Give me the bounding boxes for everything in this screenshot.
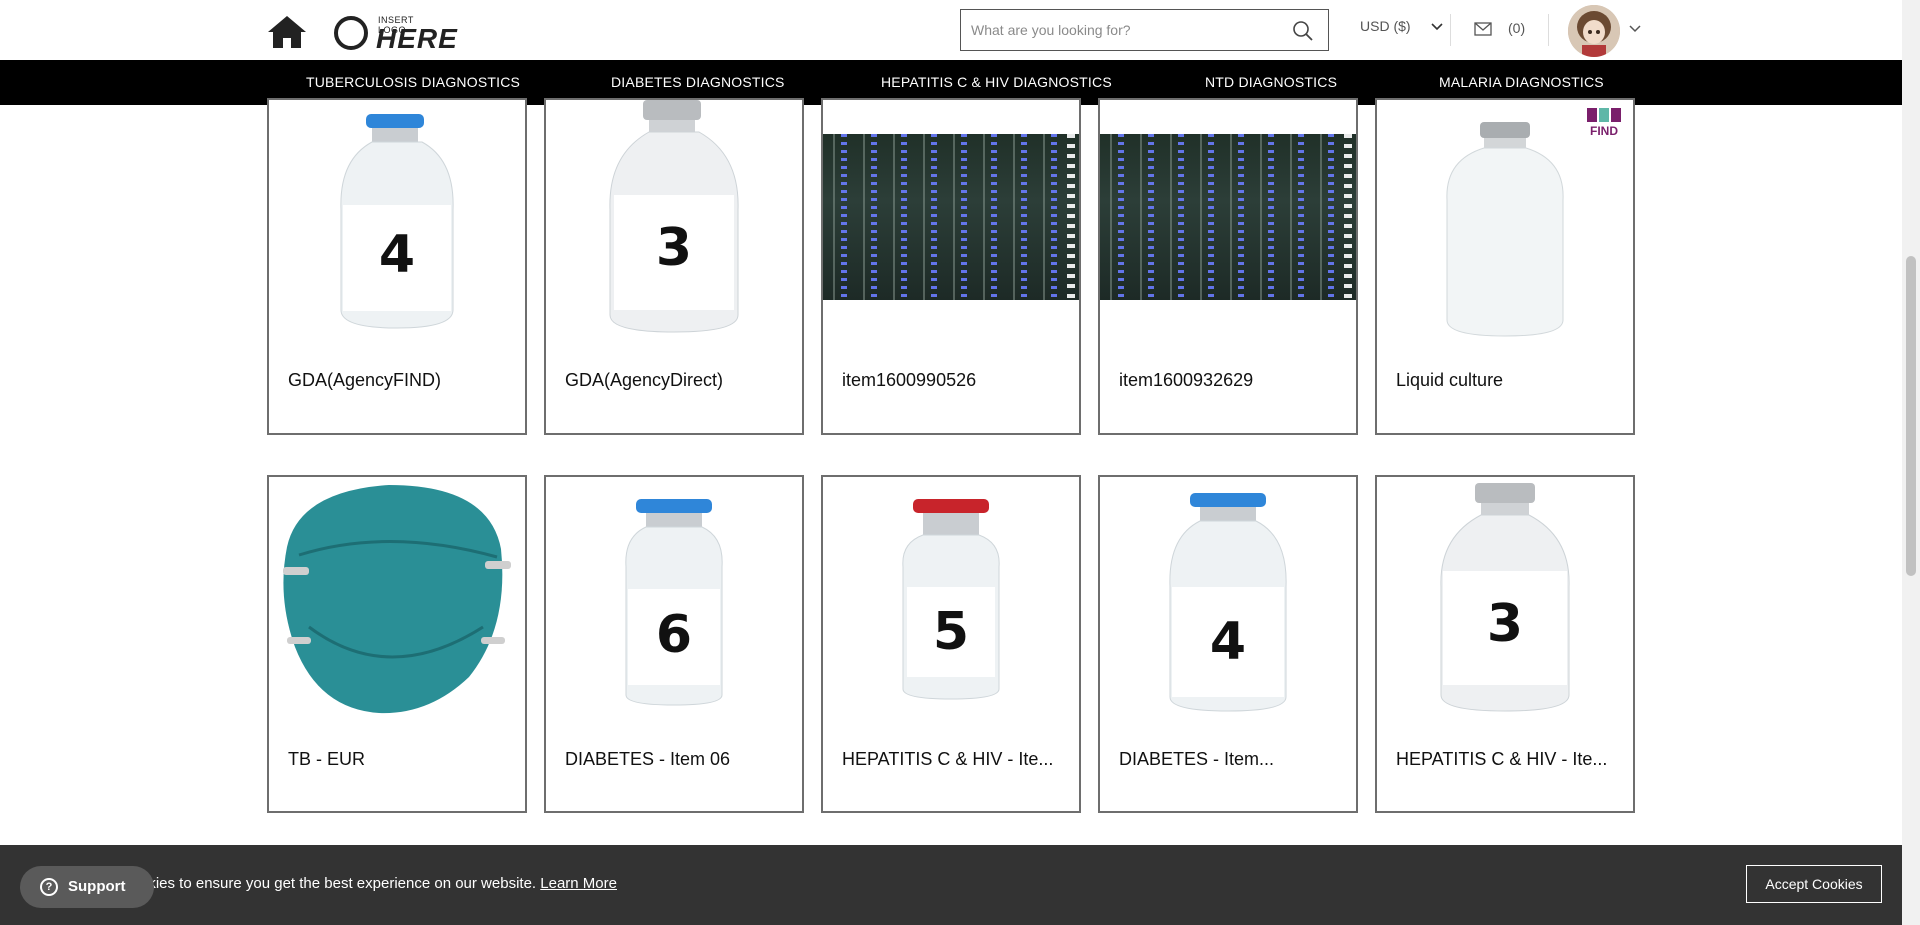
- avatar[interactable]: [1568, 5, 1620, 57]
- product-card[interactable]: TB - EUR: [267, 475, 527, 813]
- nav-item-tuberculosis[interactable]: TUBERCULOSIS DIAGNOSTICS: [306, 74, 520, 90]
- product-card[interactable]: 5 HEPATITIS C & HIV - Ite...: [821, 475, 1081, 813]
- product-card[interactable]: 4 GDA(AgencyFIND): [267, 98, 527, 435]
- product-image: 5: [902, 499, 1000, 700]
- vial-number: 3: [1487, 594, 1523, 654]
- find-badge: FIND: [1590, 124, 1618, 138]
- support-button[interactable]: ? Support: [20, 866, 154, 908]
- accept-cookies-button[interactable]: Accept Cookies: [1746, 865, 1882, 903]
- search-icon[interactable]: [1292, 20, 1314, 42]
- vial-number: 4: [1210, 612, 1246, 672]
- product-card[interactable]: item1600932629: [1098, 98, 1358, 435]
- logo-big-text: HERE: [376, 23, 458, 54]
- messages-count: (0): [1508, 20, 1526, 36]
- cookie-message: okies to ensure you get the best experie…: [140, 875, 617, 892]
- currency-label: USD ($): [1360, 18, 1411, 34]
- currency-selector[interactable]: USD ($): [1360, 18, 1444, 42]
- page-scrollbar[interactable]: [1902, 0, 1920, 925]
- nav-item-malaria[interactable]: MALARIA DIAGNOSTICS: [1439, 74, 1604, 90]
- chevron-down-icon: [1431, 23, 1443, 31]
- vial-number: 5: [933, 602, 969, 662]
- product-title[interactable]: HEPATITIS C & HIV - Ite...: [842, 749, 1053, 770]
- chevron-down-icon[interactable]: [1628, 22, 1642, 36]
- question-icon: ?: [40, 878, 58, 896]
- product-card[interactable]: 6 DIABETES - Item 06: [544, 475, 804, 813]
- product-image: 4: [339, 100, 455, 329]
- vial-number: 3: [656, 218, 692, 278]
- product-title[interactable]: GDA(AgencyFIND): [288, 370, 441, 391]
- search-input[interactable]: [971, 20, 1281, 40]
- nav-item-diabetes[interactable]: DIABETES DIAGNOSTICS: [611, 74, 785, 90]
- product-card[interactable]: 3 GDA(AgencyDirect): [544, 98, 804, 435]
- search-box: [960, 9, 1329, 51]
- product-image: 4: [1169, 493, 1287, 712]
- product-title[interactable]: item1600990526: [842, 370, 976, 391]
- mail-icon: [1474, 22, 1492, 36]
- product-card[interactable]: FIND Liquid culture: [1375, 98, 1635, 435]
- product-title[interactable]: DIABETES - Item...: [1119, 749, 1274, 770]
- support-label: Support: [68, 878, 126, 895]
- avatar-image: [1568, 5, 1620, 57]
- product-title[interactable]: Liquid culture: [1396, 370, 1503, 391]
- product-card[interactable]: 3 HEPATITIS C & HIV - Ite...: [1375, 475, 1635, 813]
- home-icon[interactable]: [266, 14, 308, 50]
- cookie-banner: okies to ensure you get the best experie…: [0, 845, 1902, 925]
- nav-item-ntd[interactable]: NTD DIAGNOSTICS: [1205, 74, 1337, 90]
- top-header: INSERT LOGO HERE USD ($) (0): [0, 0, 1902, 60]
- nav-item-hepatitis-hiv[interactable]: HEPATITIS C & HIV DIAGNOSTICS: [881, 74, 1112, 90]
- scrollbar-thumb[interactable]: [1906, 256, 1916, 576]
- product-title[interactable]: DIABETES - Item 06: [565, 749, 730, 770]
- product-image: 3: [609, 100, 739, 333]
- header-divider: [1450, 14, 1451, 46]
- product-card[interactable]: 4 DIABETES - Item...: [1098, 475, 1358, 813]
- product-title[interactable]: TB - EUR: [288, 749, 365, 770]
- product-image: [823, 134, 1079, 300]
- learn-more-link[interactable]: Learn More: [540, 875, 617, 892]
- messages-button[interactable]: (0): [1474, 20, 1554, 40]
- product-card[interactable]: item1600990526: [821, 98, 1081, 435]
- logo-ring-icon: [334, 16, 368, 50]
- product-title[interactable]: HEPATITIS C & HIV - Ite...: [1396, 749, 1607, 770]
- product-image: [1100, 134, 1356, 300]
- product-image: 6: [625, 499, 723, 706]
- vial-number: 6: [656, 605, 692, 665]
- product-title[interactable]: item1600932629: [1119, 370, 1253, 391]
- product-image: [283, 485, 511, 714]
- product-title[interactable]: GDA(AgencyDirect): [565, 370, 723, 391]
- header-divider: [1548, 14, 1549, 46]
- cookie-message-text: okies to ensure you get the best experie…: [140, 875, 537, 892]
- vial-number: 4: [379, 225, 415, 285]
- product-image: 3: [1440, 483, 1570, 712]
- site-logo[interactable]: INSERT LOGO HERE: [334, 14, 457, 54]
